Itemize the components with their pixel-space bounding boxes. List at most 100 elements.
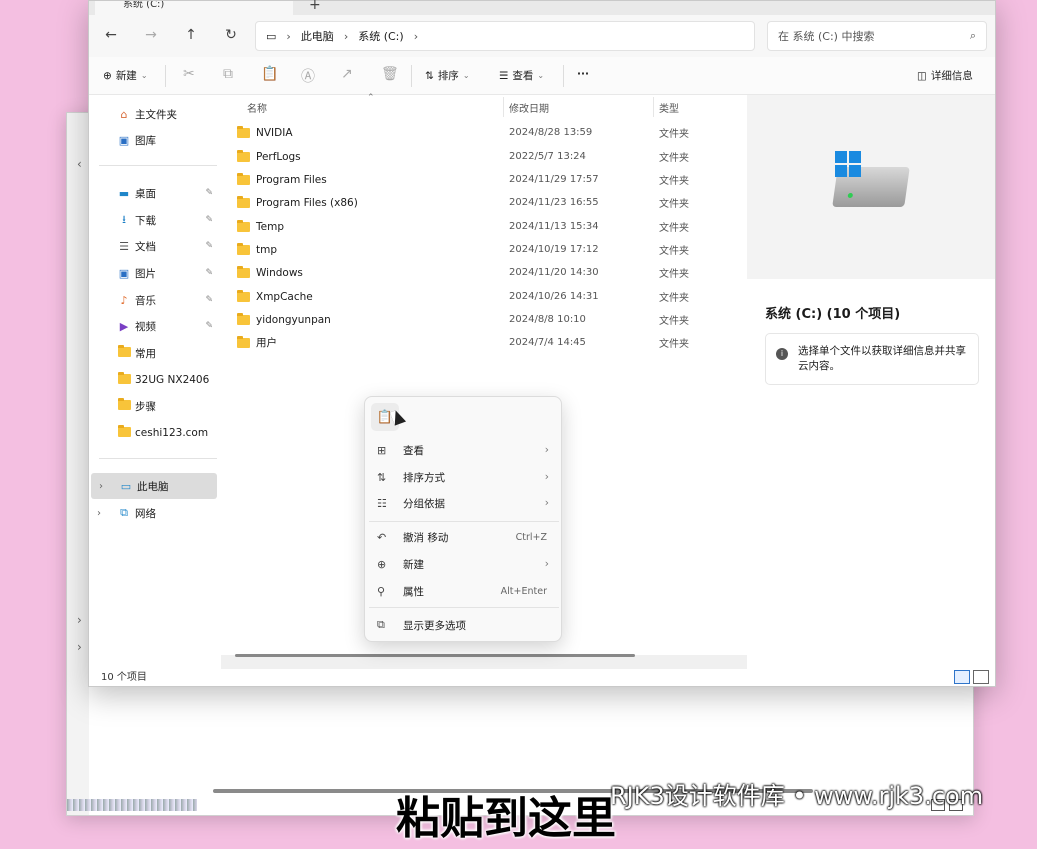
pin-icon[interactable]: ✎ [205,215,213,225]
navigation-pane: ⌂ 主文件夹 ▣ 图库 ▬ 桌面 ✎ ⭳ 下载 ✎ ☰ 文档 ✎ ▣ 图片 ✎ [89,95,219,665]
chevron-right-icon[interactable]: › [99,481,103,492]
rename-icon[interactable]: Ⓐ [301,66,315,86]
menu-divider [369,607,559,608]
sidebar-item-this-pc[interactable]: › ▭ 此电脑 [91,473,217,499]
file-date: 2022/5/7 13:24 [509,151,586,162]
table-row[interactable]: NVIDIA 2024/8/28 13:59 文件夹 [231,121,731,144]
column-divider[interactable] [503,97,504,117]
view-button[interactable]: ☰ 查看 ⌄ [499,68,544,83]
up-button[interactable]: ↑ [181,27,201,43]
breadcrumb-separator[interactable]: › [414,30,418,43]
pin-icon[interactable]: ✎ [205,241,213,251]
menu-item-view[interactable]: ⊞ 查看 › [369,438,559,462]
file-date: 2024/10/26 14:31 [509,291,599,302]
menu-item-label: 查看 [403,444,424,457]
paste-icon[interactable]: 📋 [261,66,278,82]
new-button[interactable]: ⊕ 新建 ⌄ [103,68,148,83]
context-menu: 📋 ⊞ 查看 › ⇅ 排序方式 › ☷ 分组依据 › ↶ 撤消 移动 Ctrl+… [364,396,562,642]
folder-icon [237,149,250,162]
column-header-name[interactable]: 名称 [247,100,267,115]
folder-icon [237,265,250,278]
table-row[interactable]: Temp 2024/11/13 15:34 文件夹 [231,215,731,238]
details-pane-button[interactable]: ◫ 详细信息 [917,68,973,83]
table-row[interactable]: XmpCache 2024/10/26 14:31 文件夹 [231,285,731,308]
sidebar-item-videos[interactable]: ▶ 视频 ✎ [89,313,219,339]
sidebar-item-pictures[interactable]: ▣ 图片 ✎ [89,260,219,286]
sidebar-item-documents[interactable]: ☰ 文档 ✎ [89,233,219,259]
menu-item-new[interactable]: ⊕ 新建 › [369,552,559,576]
sidebar-item-desktop[interactable]: ▬ 桌面 ✎ [89,180,219,206]
menu-item-label: 属性 [403,585,424,598]
table-row[interactable]: Program Files (x86) 2024/11/23 16:55 文件夹 [231,191,731,214]
file-name: NVIDIA [256,126,293,139]
menu-item-undo-move[interactable]: ↶ 撤消 移动 Ctrl+Z [369,525,559,549]
forward-button[interactable]: → [141,27,161,43]
table-row[interactable]: Program Files 2024/11/29 17:57 文件夹 [231,168,731,191]
chevron-down-icon: ⌄ [462,71,470,80]
menu-item-show-more-options[interactable]: ⧉ 显示更多选项 [369,613,559,637]
sidebar-item-network[interactable]: › ⧉ 网络 [89,500,219,526]
table-row[interactable]: 用户 2024/7/4 14:45 文件夹 [231,331,731,354]
pin-icon[interactable]: ✎ [205,188,213,198]
new-tab-button[interactable]: + [309,0,321,13]
breadcrumb-system-c[interactable]: 系统 (C:) [358,28,403,44]
sidebar-item-home[interactable]: ⌂ 主文件夹 [89,101,219,127]
column-header-type[interactable]: 类型 [659,100,679,115]
column-divider[interactable] [653,97,654,117]
watermark: RJK3设计软件库 • www.rjk3.com [610,782,984,810]
music-icon: ♪ [120,293,128,307]
sidebar-item-steps[interactable]: 步骤 [89,393,219,419]
chevron-right-icon[interactable]: › [97,508,101,519]
download-icon: ⭳ [122,212,126,226]
sidebar-item-gallery[interactable]: ▣ 图库 [89,127,219,153]
menu-item-group-by[interactable]: ☷ 分组依据 › [369,491,559,515]
file-name: Program Files [256,173,327,186]
plus-circle-icon: ⊕ [103,69,112,82]
back-button[interactable]: ← [101,27,121,43]
menu-item-sort-by[interactable]: ⇅ 排序方式 › [369,465,559,489]
share-icon[interactable]: ↗ [341,66,353,82]
gallery-icon: ▣ [118,133,130,147]
sidebar-item-common[interactable]: 常用 [89,340,219,366]
tab-bar: 系统 (C:) + [89,0,995,15]
tab-system-c[interactable]: 系统 (C:) [95,1,293,15]
sidebar-item-music[interactable]: ♪ 音乐 ✎ [89,287,219,313]
sidebar-item-32ug[interactable]: 32UG NX2406 [89,367,219,393]
search-input[interactable]: 在 系统 (C:) 中搜索 ⌕ [767,21,987,51]
chevron-down-icon: ⌄ [537,71,545,80]
menu-item-label: 撤消 移动 [403,531,449,544]
table-row[interactable]: tmp 2024/10/19 17:12 文件夹 [231,238,731,261]
pin-icon[interactable]: ✎ [205,268,213,278]
cut-icon[interactable]: ✂ [183,66,195,82]
undo-icon: ↶ [377,530,387,544]
sidebar-item-label: 网络 [135,507,156,520]
command-bar: ⊕ 新建 ⌄ ✂ ⧉ 📋 Ⓐ ↗ 🗑 ⇅ 排序 ⌄ ☰ 查看 ⌄ ··· ◫ 详… [89,57,995,95]
sort-button[interactable]: ⇅ 排序 ⌄ [425,68,470,83]
delete-icon[interactable]: 🗑 [381,66,399,82]
copy-icon[interactable]: ⧉ [223,66,233,82]
new-button-label: 新建 [115,70,137,82]
horizontal-scrollbar[interactable] [235,654,635,657]
breadcrumb-this-pc[interactable]: 此电脑 [301,28,334,44]
refresh-button[interactable]: ↻ [221,27,241,43]
file-name: Temp [256,220,284,233]
sidebar-item-ceshi[interactable]: ceshi123.com [89,420,219,446]
table-row[interactable]: PerfLogs 2022/5/7 13:24 文件夹 [231,145,731,168]
table-row[interactable]: yidongyunpan 2024/8/8 10:10 文件夹 [231,308,731,331]
table-row[interactable]: Windows 2024/11/20 14:30 文件夹 [231,261,731,284]
background-window-strip [67,113,89,815]
column-header-date[interactable]: 修改日期 [509,100,549,115]
sidebar-divider [99,165,217,166]
details-pane-label: 详细信息 [930,70,973,82]
file-type: 文件夹 [659,153,689,164]
pin-icon[interactable]: ✎ [205,321,213,331]
pin-icon[interactable]: ✎ [205,295,213,305]
more-options-button[interactable]: ··· [577,68,589,80]
details-view-button[interactable] [954,670,970,684]
address-bar[interactable]: ▭ › 此电脑 › 系统 (C:) › [255,21,755,51]
menu-item-properties[interactable]: ⚲ 属性 Alt+Enter [369,579,559,603]
tiles-view-button[interactable] [973,670,989,684]
file-date: 2024/10/19 17:12 [509,244,599,255]
details-pane: 系统 (C:) (10 个项目) i 选择单个文件以获取详细信息并共享云内容。 [747,95,995,669]
sidebar-item-downloads[interactable]: ⭳ 下载 ✎ [89,207,219,233]
